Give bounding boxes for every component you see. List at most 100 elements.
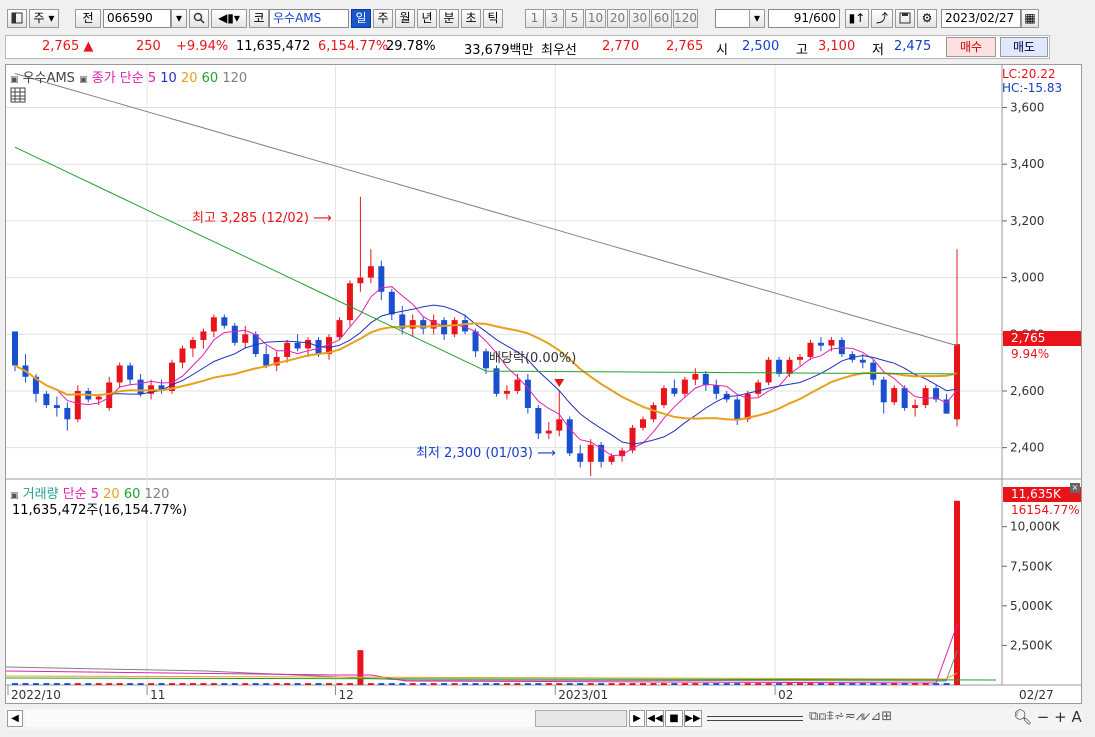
prev-button[interactable]: 전: [75, 9, 101, 28]
candle-body: [692, 373, 699, 380]
count-field[interactable]: 91/600: [768, 9, 840, 28]
open-price: 2,500: [742, 39, 780, 54]
candle-body: [137, 379, 144, 394]
price-panel-title: 우수AMS: [22, 71, 75, 86]
volume-tick-label: 10,000K: [1010, 520, 1061, 534]
market-button[interactable]: 코: [249, 9, 269, 28]
volume-bar: [357, 650, 364, 685]
interval-button[interactable]: 20: [607, 9, 628, 28]
interval-button[interactable]: 60: [651, 9, 672, 28]
candle-body: [346, 283, 353, 321]
gear-icon[interactable]: ⚙: [917, 9, 937, 28]
price-volume-chart[interactable]: 2,4002,6002,8003,0003,2003,4003,6002022/…: [6, 65, 1081, 703]
volume-bar: [629, 683, 636, 685]
volume-bar: [755, 683, 762, 685]
candle-body: [838, 339, 845, 355]
sell-button[interactable]: 매도: [1000, 37, 1048, 57]
interval-button[interactable]: 30: [629, 9, 650, 28]
interval-button[interactable]: 120: [673, 9, 698, 28]
x-tick-label: 12: [338, 688, 353, 702]
volume-bar: [535, 683, 542, 685]
candle-body: [922, 388, 929, 406]
trend-tool-icon[interactable]: ⤴: [871, 9, 893, 28]
next-icon[interactable]: ▶: [629, 710, 645, 727]
date-input[interactable]: 2023/02/27: [941, 9, 1021, 28]
candle-body: [535, 407, 542, 434]
volume-bar: [346, 683, 353, 685]
candle-body: [462, 320, 469, 332]
interval-button[interactable]: 5: [565, 9, 584, 28]
volume: 11,635,472: [236, 39, 311, 54]
period-button[interactable]: 틱: [483, 9, 503, 28]
search-icon[interactable]: [189, 9, 209, 28]
volume-bar: [807, 683, 814, 685]
candle-body: [640, 419, 646, 428]
ma-period-list: 5 10 20 60 120: [148, 71, 247, 86]
code-dropdown-icon[interactable]: ▾: [171, 9, 187, 28]
volume-bar: [776, 683, 783, 685]
candle-body: [189, 339, 196, 349]
candle-body: [336, 320, 343, 338]
volume-bar: [702, 683, 709, 685]
candle-body: [650, 405, 657, 420]
scroll-thumb[interactable]: [535, 710, 627, 727]
volume-bar: [221, 683, 228, 685]
candle-body: [514, 379, 521, 391]
legend-square-icon[interactable]: ▣: [79, 75, 88, 85]
period-button[interactable]: 분: [439, 9, 459, 28]
annotation-low: 최저 2,300 (01/03) ⟶: [416, 446, 556, 461]
interval-button[interactable]: 1: [525, 9, 544, 28]
volume-bar: [598, 683, 605, 685]
zoom-tools-icon[interactable]: 🔍︎ − + A: [1013, 708, 1082, 726]
drawing-tools-icon[interactable]: ⧉⧈⩨⩫≂⩘⩗⊿⊞: [809, 709, 892, 724]
period-button[interactable]: 일: [351, 9, 371, 28]
quote-bar: 2,765 ▲ 250 +9.94% 11,635,472 6,154.77% …: [5, 35, 1050, 59]
period-button[interactable]: 초: [461, 9, 481, 28]
chart-area[interactable]: 2,4002,6002,8003,0003,2003,4003,6002022/…: [5, 64, 1082, 704]
candle-tool-icon[interactable]: ▮↑: [845, 9, 869, 28]
close-icon[interactable]: ×: [1070, 483, 1080, 493]
volume-bar: [671, 683, 678, 685]
blank-field[interactable]: [715, 9, 751, 28]
stock-name-field[interactable]: 우수AMS: [269, 9, 349, 28]
interval-button[interactable]: 3: [545, 9, 564, 28]
code-input[interactable]: 066590: [103, 9, 171, 28]
candle-body: [807, 342, 814, 357]
x-tick-label: 11: [150, 688, 165, 702]
sound-icon[interactable]: ◀▮▾: [211, 9, 247, 28]
candle-body: [95, 396, 102, 400]
amount: 33,679백만: [464, 43, 534, 58]
candle-body: [524, 379, 531, 408]
x-tick-label: 2022/10: [11, 688, 61, 702]
low-price: 2,475: [894, 39, 932, 54]
blank-dropdown-icon[interactable]: ▾: [749, 9, 765, 28]
calendar-icon[interactable]: ▦: [1021, 9, 1039, 28]
scroll-left-icon[interactable]: ◀: [7, 710, 23, 727]
buy-button[interactable]: 매수: [946, 37, 996, 57]
zoom-slider[interactable]: [707, 716, 803, 721]
legend-square-icon[interactable]: ▣: [10, 75, 19, 85]
period-button[interactable]: 주: [373, 9, 393, 28]
volume-bar: [305, 683, 312, 685]
period-button[interactable]: 년: [417, 9, 437, 28]
interval-button[interactable]: 10: [585, 9, 606, 28]
volume-bar: [828, 683, 835, 685]
save-icon[interactable]: [895, 9, 915, 28]
candle-body: [859, 359, 866, 363]
toolbar: 주 ▾ 전 066590 ▾ ◀▮▾ 코 우수AMS 일주월년분초틱 1 3 5 10…: [5, 5, 1090, 31]
candle-body: [954, 344, 960, 420]
ma-period-60: 60: [197, 71, 219, 86]
period-select[interactable]: 주 ▾: [29, 9, 59, 28]
fast-forward-icon[interactable]: ▶▶: [684, 710, 702, 727]
low-label: 저: [872, 43, 884, 58]
rewind-icon[interactable]: ◀◀: [646, 710, 664, 727]
candle-body: [451, 320, 458, 335]
volume-bar: [242, 683, 249, 685]
table-icon[interactable]: [10, 87, 26, 106]
candle-body: [294, 342, 301, 349]
scroll-track[interactable]: [25, 710, 535, 727]
period-button[interactable]: 월: [395, 9, 415, 28]
stop-icon[interactable]: ■: [665, 710, 683, 727]
volume-bar: [409, 683, 416, 685]
layout-icon[interactable]: [7, 9, 27, 28]
